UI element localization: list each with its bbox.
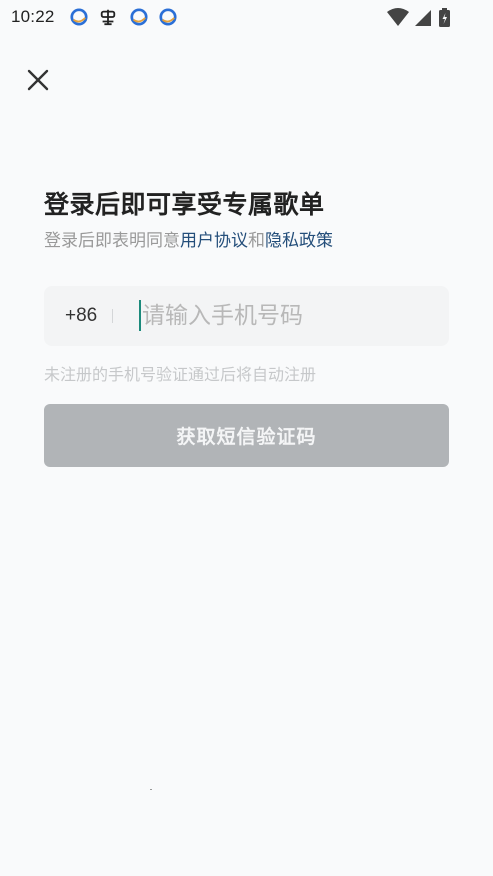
country-code-selector[interactable]: +86: [65, 305, 97, 327]
privacy-policy-link[interactable]: 隐私政策: [265, 231, 333, 251]
login-screen: 10:22 登录后即可享受专属歌单 登录后即表明同意用户协议和隐私政策 +86 …: [0, 0, 493, 876]
qq-browser-icon: [159, 8, 177, 26]
divider: [112, 309, 113, 323]
agreement-text: 登录后即表明同意用户协议和隐私政策: [44, 226, 333, 251]
qq-browser-icon: [70, 8, 88, 26]
text-caret: [139, 300, 141, 331]
agreement-and: 和: [248, 231, 265, 251]
wifi-icon: [387, 8, 409, 26]
register-hint: 未注册的手机号验证通过后将自动注册: [44, 365, 317, 384]
get-sms-code-button[interactable]: 获取短信验证码: [44, 404, 449, 467]
page-title: 登录后即可享受专属歌单: [44, 190, 325, 219]
phone-input[interactable]: [142, 296, 432, 336]
bug-icon: [100, 9, 116, 26]
status-bar: 10:22: [0, 0, 493, 36]
qq-browser-icon: [130, 8, 148, 26]
status-time: 10:22: [11, 7, 55, 26]
battery-charging-icon: [439, 8, 450, 27]
signal-icon: [415, 10, 431, 26]
close-button[interactable]: [22, 64, 54, 96]
phone-input-box: +86: [44, 286, 449, 346]
dot: [150, 789, 152, 790]
system-status-icons: [387, 8, 450, 27]
user-agreement-link[interactable]: 用户协议: [180, 231, 248, 251]
close-icon: [27, 69, 49, 91]
agreement-prefix: 登录后即表明同意: [44, 231, 180, 251]
